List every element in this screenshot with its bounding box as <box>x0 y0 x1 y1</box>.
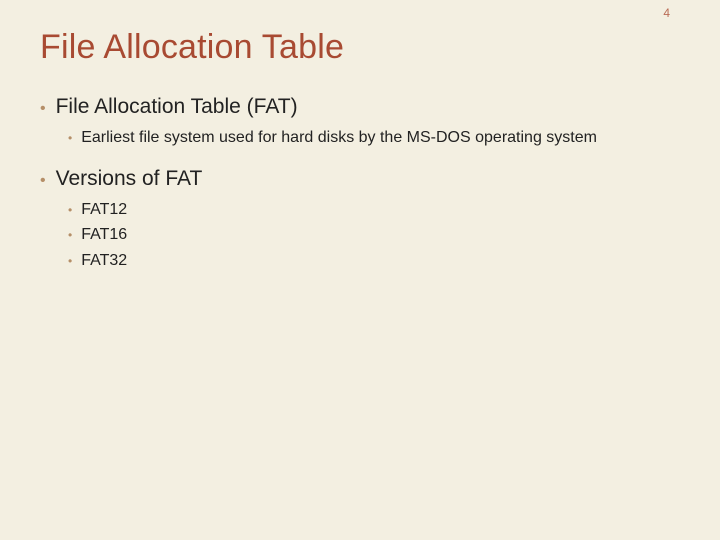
bullet-list-level2: • FAT12 • FAT16 • FAT32 <box>68 199 680 272</box>
list-item-row: • Versions of FAT <box>40 167 680 191</box>
list-item: • FAT12 <box>68 199 680 221</box>
bullet-icon: • <box>68 227 72 241</box>
bullet-icon: • <box>68 130 72 144</box>
list-item: • Versions of FAT • FAT12 • FAT16 • FAT3… <box>40 167 680 272</box>
list-item-text: FAT16 <box>81 224 127 246</box>
list-item-text: Earliest file system used for hard disks… <box>81 127 597 149</box>
page-number: 4 <box>663 6 670 20</box>
bullet-icon: • <box>68 202 72 216</box>
list-item-text: FAT12 <box>81 199 127 221</box>
slide-body: File Allocation Table • File Allocation … <box>0 0 720 271</box>
slide-title: File Allocation Table <box>40 28 680 67</box>
list-item: • FAT16 <box>68 224 680 246</box>
bullet-icon: • <box>40 98 46 117</box>
bullet-icon: • <box>68 253 72 267</box>
list-item-row: • File Allocation Table (FAT) <box>40 95 680 119</box>
bullet-list-level2: • Earliest file system used for hard dis… <box>68 127 680 149</box>
bullet-list-level1: • File Allocation Table (FAT) • Earliest… <box>40 95 680 271</box>
list-item: • FAT32 <box>68 250 680 272</box>
list-item-text: File Allocation Table (FAT) <box>56 95 298 119</box>
list-item: • Earliest file system used for hard dis… <box>68 127 680 149</box>
list-item: • File Allocation Table (FAT) • Earliest… <box>40 95 680 149</box>
list-item-text: Versions of FAT <box>56 167 203 191</box>
bullet-icon: • <box>40 170 46 189</box>
list-item-text: FAT32 <box>81 250 127 272</box>
